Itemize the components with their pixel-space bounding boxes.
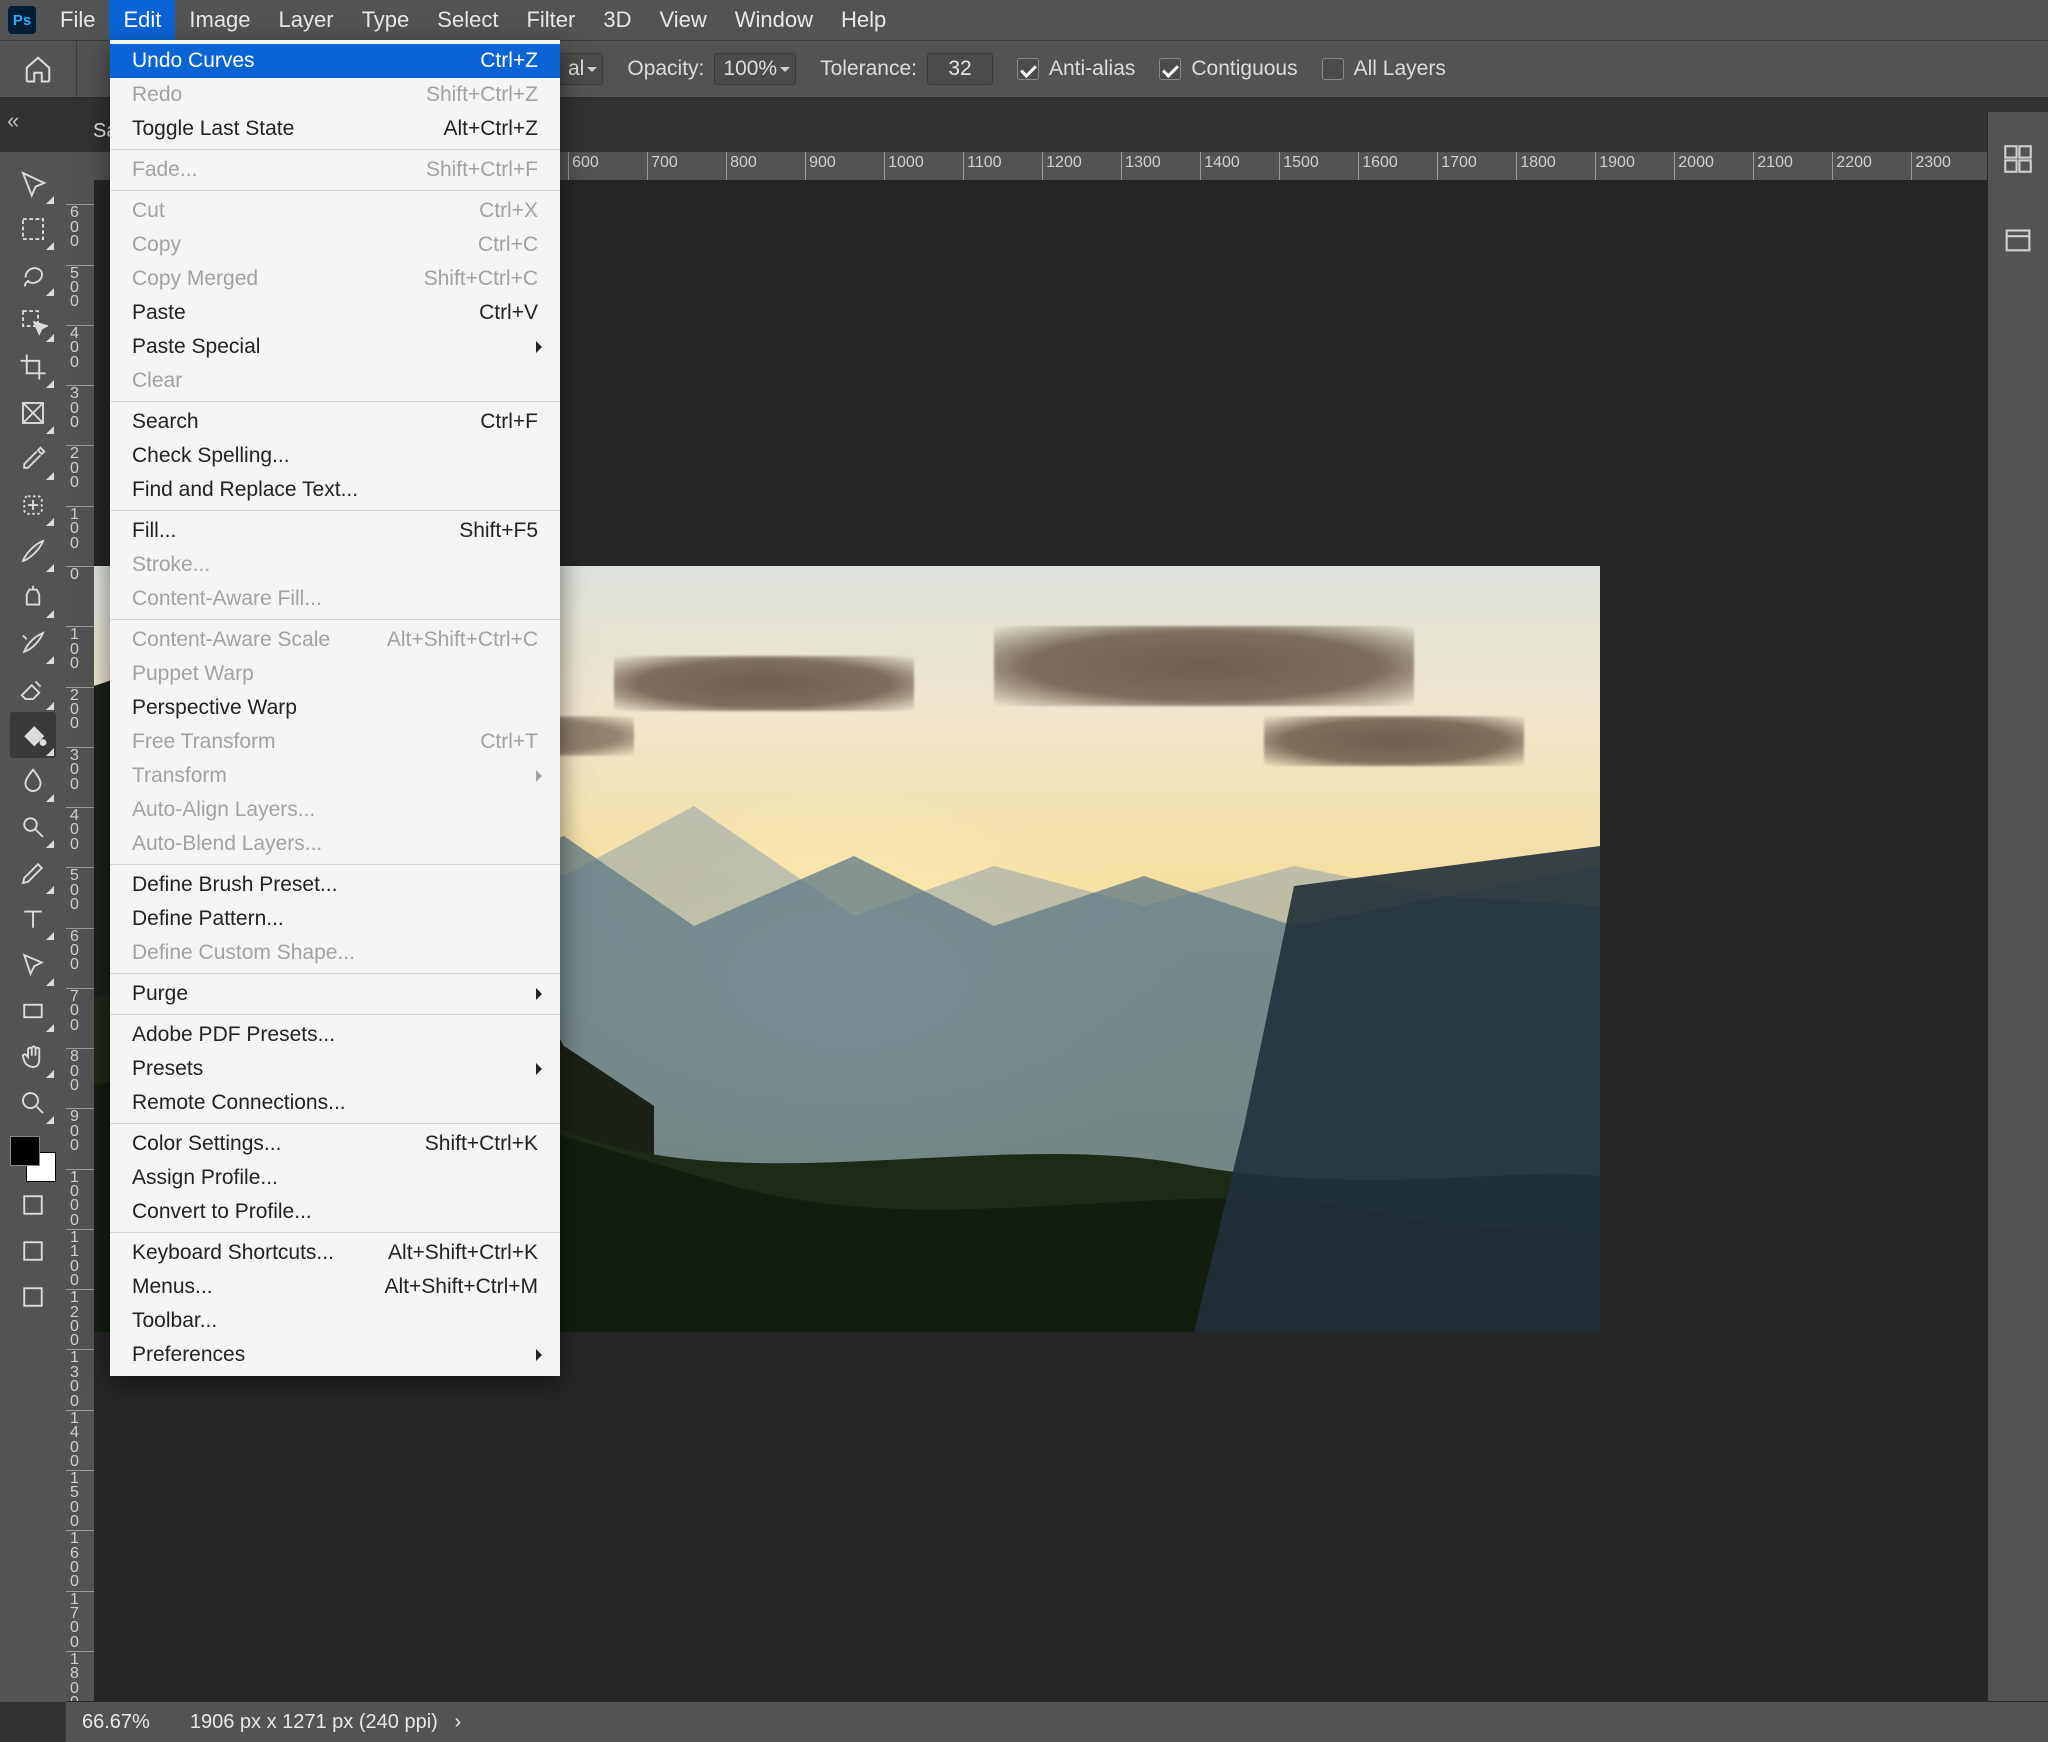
- menu-file[interactable]: File: [46, 0, 109, 40]
- menu-item-copy-merged: Copy MergedShift+Ctrl+C: [110, 262, 560, 296]
- tool-hand[interactable]: [10, 1034, 56, 1080]
- color-swatches[interactable]: [10, 1136, 56, 1182]
- sample-dropdown[interactable]: al: [559, 53, 603, 85]
- menu-item-menus[interactable]: Menus...Alt+Shift+Ctrl+M: [110, 1270, 560, 1304]
- tool-bucket[interactable]: [10, 712, 56, 758]
- status-bar: 66.67% 1906 px x 1271 px (240 ppi) ›: [66, 1701, 2048, 1742]
- tool-move[interactable]: [10, 160, 56, 206]
- menu-select[interactable]: Select: [423, 0, 512, 40]
- tool-brush[interactable]: [10, 528, 56, 574]
- all-layers-checkbox[interactable]: All Layers: [1310, 57, 1458, 81]
- libraries-panel-icon[interactable]: [2001, 222, 2035, 262]
- menu-item-check-spelling[interactable]: Check Spelling...: [110, 439, 560, 473]
- edit-toolbar-icon[interactable]: [10, 1182, 56, 1228]
- menu-item-paste-special[interactable]: Paste Special: [110, 330, 560, 364]
- tool-frame[interactable]: [10, 390, 56, 436]
- contiguous-checkbox[interactable]: Contiguous: [1147, 57, 1309, 81]
- tool-dodge[interactable]: [10, 804, 56, 850]
- tools-panel: [0, 152, 67, 1702]
- tool-zoom[interactable]: [10, 1080, 56, 1126]
- menu-item-keyboard-shortcuts[interactable]: Keyboard Shortcuts...Alt+Shift+Ctrl+K: [110, 1236, 560, 1270]
- menu-item-content-aware-fill: Content-Aware Fill...: [110, 582, 560, 616]
- opacity-label: Opacity:: [627, 57, 704, 81]
- menu-item-remote-connections[interactable]: Remote Connections...: [110, 1086, 560, 1120]
- menu-item-convert-to-profile[interactable]: Convert to Profile...: [110, 1195, 560, 1229]
- menu-edit[interactable]: Edit: [109, 0, 175, 40]
- menu-item-search[interactable]: SearchCtrl+F: [110, 405, 560, 439]
- menu-item-auto-align-layers: Auto-Align Layers...: [110, 793, 560, 827]
- menu-item-presets[interactable]: Presets: [110, 1052, 560, 1086]
- document-info[interactable]: 1906 px x 1271 px (240 ppi) ›: [190, 1711, 461, 1734]
- opacity-field[interactable]: 100%: [714, 53, 796, 85]
- color-panel-icon[interactable]: [2001, 142, 2035, 182]
- menu-3d[interactable]: 3D: [589, 0, 645, 40]
- menu-item-define-custom-shape: Define Custom Shape...: [110, 936, 560, 970]
- tool-marquee[interactable]: [10, 206, 56, 252]
- menu-item-fade: Fade...Shift+Ctrl+F: [110, 153, 560, 187]
- anti-alias-checkbox[interactable]: Anti-alias: [1005, 57, 1147, 81]
- menu-item-preferences[interactable]: Preferences: [110, 1338, 560, 1372]
- home-button[interactable]: [0, 41, 77, 97]
- menu-item-transform: Transform: [110, 759, 560, 793]
- menu-filter[interactable]: Filter: [512, 0, 589, 40]
- menu-item-purge[interactable]: Purge: [110, 977, 560, 1011]
- tool-rectangle[interactable]: [10, 988, 56, 1034]
- tool-history-brush[interactable]: [10, 620, 56, 666]
- menu-help[interactable]: Help: [827, 0, 900, 40]
- tool-crop[interactable]: [10, 344, 56, 390]
- menu-item-adobe-pdf-presets[interactable]: Adobe PDF Presets...: [110, 1018, 560, 1052]
- menu-layer[interactable]: Layer: [265, 0, 348, 40]
- menu-item-toggle-last-state[interactable]: Toggle Last StateAlt+Ctrl+Z: [110, 112, 560, 146]
- menu-window[interactable]: Window: [721, 0, 827, 40]
- tool-healing[interactable]: [10, 482, 56, 528]
- menu-item-auto-blend-layers: Auto-Blend Layers...: [110, 827, 560, 861]
- menu-bar: Ps FileEditImageLayerTypeSelectFilter3DV…: [0, 0, 2048, 40]
- menu-item-assign-profile[interactable]: Assign Profile...: [110, 1161, 560, 1195]
- quick-mask-icon[interactable]: [10, 1228, 56, 1274]
- menu-item-clear: Clear: [110, 364, 560, 398]
- tool-type[interactable]: [10, 896, 56, 942]
- ruler-vertical[interactable]: 6 0 05 0 04 0 03 0 02 0 01 0 001 0 02 0 …: [66, 180, 95, 1702]
- screen-mode-icon[interactable]: [10, 1274, 56, 1320]
- menu-item-redo: RedoShift+Ctrl+Z: [110, 78, 560, 112]
- app-logo: Ps: [8, 6, 36, 34]
- menu-item-toolbar[interactable]: Toolbar...: [110, 1304, 560, 1338]
- tolerance-field[interactable]: 32: [927, 53, 993, 85]
- menu-type[interactable]: Type: [348, 0, 424, 40]
- tool-object-select[interactable]: [10, 298, 56, 344]
- tool-path-select[interactable]: [10, 942, 56, 988]
- menu-item-cut: CutCtrl+X: [110, 194, 560, 228]
- tool-lasso[interactable]: [10, 252, 56, 298]
- tool-pen[interactable]: [10, 850, 56, 896]
- tool-blur[interactable]: [10, 758, 56, 804]
- menu-item-stroke: Stroke...: [110, 548, 560, 582]
- tool-eraser[interactable]: [10, 666, 56, 712]
- menu-item-fill[interactable]: Fill...Shift+F5: [110, 514, 560, 548]
- menu-item-content-aware-scale: Content-Aware ScaleAlt+Shift+Ctrl+C: [110, 623, 560, 657]
- menu-item-perspective-warp[interactable]: Perspective Warp: [110, 691, 560, 725]
- menu-item-copy: CopyCtrl+C: [110, 228, 560, 262]
- menu-view[interactable]: View: [645, 0, 720, 40]
- menu-item-find-and-replace-text[interactable]: Find and Replace Text...: [110, 473, 560, 507]
- home-icon: [23, 54, 53, 84]
- menu-item-paste[interactable]: PasteCtrl+V: [110, 296, 560, 330]
- tool-eyedropper[interactable]: [10, 436, 56, 482]
- tolerance-label: Tolerance:: [820, 57, 917, 81]
- menu-item-color-settings[interactable]: Color Settings...Shift+Ctrl+K: [110, 1127, 560, 1161]
- menu-item-puppet-warp: Puppet Warp: [110, 657, 560, 691]
- tool-clone[interactable]: [10, 574, 56, 620]
- menu-image[interactable]: Image: [175, 0, 264, 40]
- menu-item-free-transform: Free TransformCtrl+T: [110, 725, 560, 759]
- menu-item-define-brush-preset[interactable]: Define Brush Preset...: [110, 868, 560, 902]
- zoom-level[interactable]: 66.67%: [82, 1711, 150, 1734]
- edit-menu-dropdown: Undo CurvesCtrl+ZRedoShift+Ctrl+ZToggle …: [110, 40, 560, 1376]
- menu-item-define-pattern[interactable]: Define Pattern...: [110, 902, 560, 936]
- panel-dock: [1987, 112, 2048, 1702]
- menu-item-undo-curves[interactable]: Undo CurvesCtrl+Z: [110, 44, 560, 78]
- collapse-left-icon[interactable]: «: [7, 108, 19, 134]
